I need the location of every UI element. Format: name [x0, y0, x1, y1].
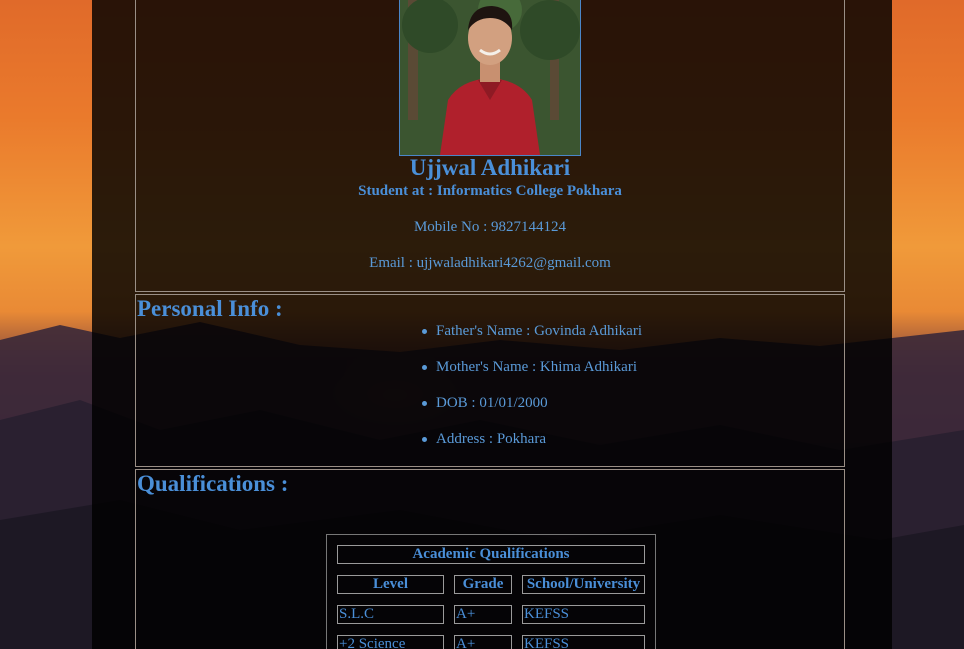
- profile-section: Ujjwal Adhikari Student at : Informatics…: [135, 0, 845, 292]
- profile-email: Email : ujjwaladhikari4262@gmail.com: [369, 255, 611, 271]
- qualifications-section: Qualifications : Academic Qualifications…: [135, 469, 845, 649]
- personal-info-title: Personal Info :: [137, 296, 283, 321]
- profile-photo-image: [400, 0, 580, 155]
- info-fathers-name: Father's Name : Govinda Adhikari: [419, 321, 642, 357]
- qualifications-title: Qualifications :: [137, 471, 289, 496]
- table-cell-school: KEFSS: [522, 635, 645, 649]
- table-cell-level: S.L.C: [337, 605, 444, 624]
- profile-student: Student at : Informatics College Pokhara: [358, 183, 622, 199]
- qualifications-table: Academic Qualifications Level Grade Scho…: [326, 534, 656, 649]
- column-header-grade: Grade: [454, 575, 512, 594]
- table-cell-grade: A+: [454, 605, 512, 624]
- profile-mobile: Mobile No : 9827144124: [413, 219, 567, 235]
- info-mothers-name: Mother's Name : Khima Adhikari: [419, 357, 642, 393]
- profile-name: Ujjwal Adhikari: [409, 155, 571, 180]
- column-header-level: Level: [337, 575, 444, 594]
- table-cell-grade: A+: [454, 635, 512, 649]
- table-caption: Academic Qualifications: [337, 545, 645, 564]
- personal-info-list: Father's Name : Govinda Adhikari Mother'…: [419, 321, 642, 465]
- info-dob: DOB : 01/01/2000: [419, 393, 642, 429]
- column-header-school: School/University: [522, 575, 645, 594]
- info-address: Address : Pokhara: [419, 429, 642, 465]
- table-cell-level: +2 Science: [337, 635, 444, 649]
- profile-photo: [399, 0, 581, 156]
- resume-panel: Ujjwal Adhikari Student at : Informatics…: [92, 0, 892, 649]
- personal-info-section: Personal Info : Father's Name : Govinda …: [135, 294, 845, 467]
- table-cell-school: KEFSS: [522, 605, 645, 624]
